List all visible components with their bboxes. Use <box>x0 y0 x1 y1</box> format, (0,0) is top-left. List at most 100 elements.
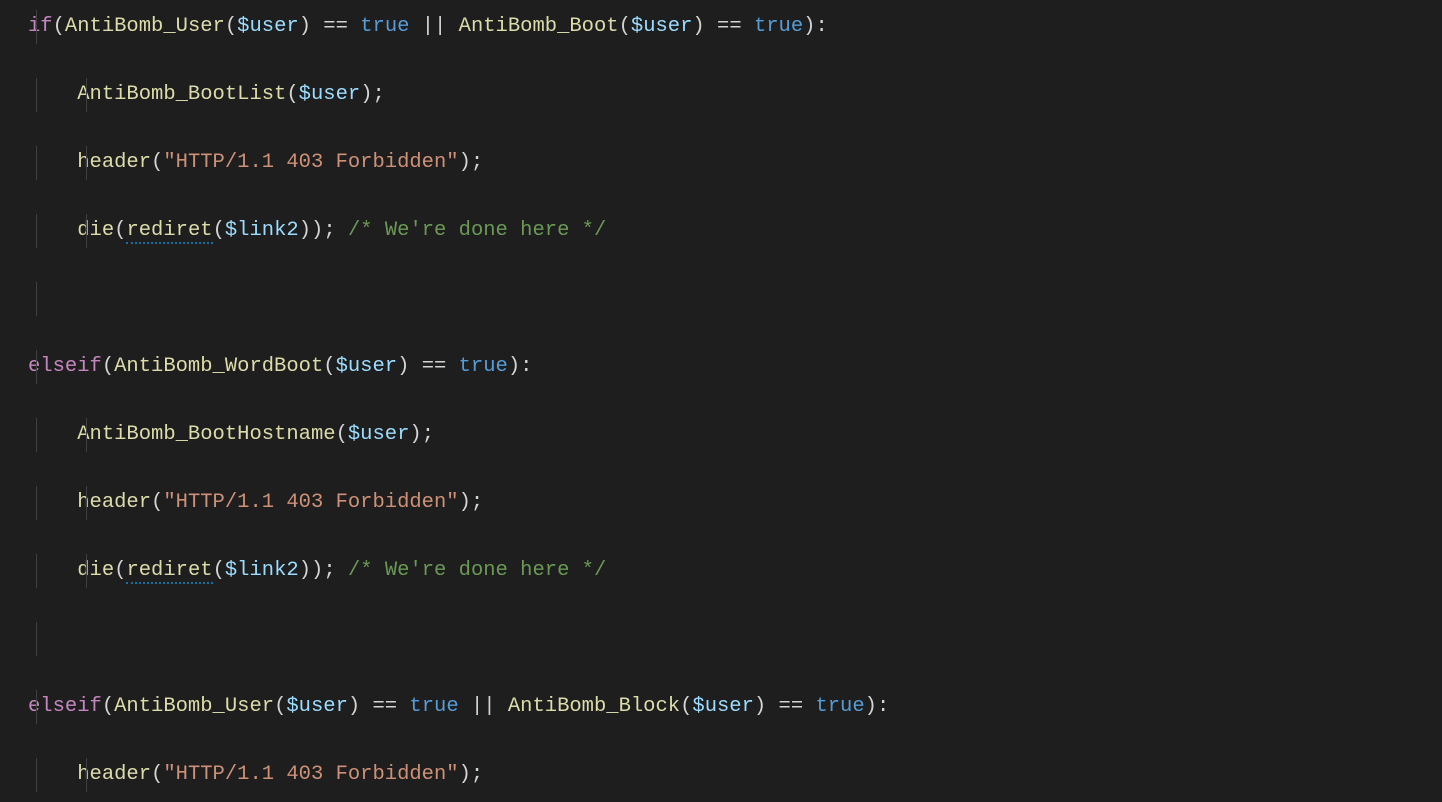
code-token: $user <box>336 355 398 378</box>
code-token: "HTTP/1.1 403 Forbidden" <box>163 763 458 786</box>
code-token: ) <box>865 695 877 718</box>
code-token: $link2 <box>225 559 299 582</box>
code-line[interactable]: die(rediret($link2)); /* We're done here… <box>0 554 1442 588</box>
code-token: $link2 <box>225 219 299 242</box>
code-token: ( <box>225 15 237 38</box>
code-token: AntiBomb_User <box>114 695 274 718</box>
code-line[interactable]: AntiBomb_BootList($user); <box>0 78 1442 112</box>
code-token: ( <box>619 15 631 38</box>
code-token: header <box>77 491 151 514</box>
code-token: ) <box>459 763 471 786</box>
code-token: true <box>754 15 803 38</box>
code-token: true <box>815 695 864 718</box>
code-token: ; <box>373 83 385 106</box>
code-token: $user <box>299 83 361 106</box>
code-token: ( <box>114 559 126 582</box>
code-token: ( <box>680 695 692 718</box>
code-token: || <box>459 695 508 718</box>
code-token: ) <box>803 15 815 38</box>
code-token: == <box>766 695 815 718</box>
code-token: $user <box>286 695 348 718</box>
code-line[interactable]: header("HTTP/1.1 403 Forbidden"); <box>0 146 1442 180</box>
code-token: == <box>360 695 409 718</box>
code-line[interactable]: header("HTTP/1.1 403 Forbidden"); <box>0 758 1442 792</box>
code-token: : <box>877 695 889 718</box>
code-token: ( <box>151 491 163 514</box>
code-block: if(AntiBomb_User($user) == true || AntiB… <box>0 0 1442 802</box>
code-token: AntiBomb_BootHostname <box>77 423 335 446</box>
code-token: ) <box>299 219 311 242</box>
code-token: ( <box>114 219 126 242</box>
code-line[interactable]: if(AntiBomb_User($user) == true || AntiB… <box>0 10 1442 44</box>
code-token: header <box>77 763 151 786</box>
code-token: ( <box>102 355 114 378</box>
code-token: ( <box>53 15 65 38</box>
code-line[interactable] <box>0 622 1442 656</box>
code-token: $user <box>237 15 299 38</box>
code-token: == <box>409 355 458 378</box>
code-token: AntiBomb_User <box>65 15 225 38</box>
lint-squiggle: rediret <box>126 559 212 584</box>
code-token: die <box>77 559 114 582</box>
code-token: ) <box>360 83 372 106</box>
code-token: ( <box>102 695 114 718</box>
code-line[interactable]: header("HTTP/1.1 403 Forbidden"); <box>0 486 1442 520</box>
code-line[interactable] <box>0 282 1442 316</box>
code-token: ( <box>213 559 225 582</box>
code-token: ; <box>471 763 483 786</box>
code-token: ) <box>299 15 311 38</box>
code-token: ; <box>471 151 483 174</box>
code-token: ) <box>508 355 520 378</box>
code-token: ) <box>692 15 704 38</box>
code-token: elseif <box>28 355 102 378</box>
code-line[interactable]: elseif(AntiBomb_WordBoot($user) == true)… <box>0 350 1442 384</box>
code-token: ( <box>286 83 298 106</box>
code-token: ) <box>397 355 409 378</box>
code-token: elseif <box>28 695 102 718</box>
code-token: AntiBomb_BootList <box>77 83 286 106</box>
code-token: "HTTP/1.1 403 Forbidden" <box>163 151 458 174</box>
code-token: $user <box>692 695 754 718</box>
code-token: == <box>705 15 754 38</box>
code-token: ( <box>274 695 286 718</box>
code-token: ) <box>311 559 323 582</box>
code-token: true <box>409 695 458 718</box>
code-token: true <box>459 355 508 378</box>
code-token: AntiBomb_Block <box>508 695 680 718</box>
code-token: ) <box>311 219 323 242</box>
code-token: /* We're done here */ <box>348 219 606 242</box>
code-token: ; <box>323 219 335 242</box>
code-token: : <box>520 355 532 378</box>
code-editor-viewport[interactable]: if(AntiBomb_User($user) == true || AntiB… <box>0 0 1442 802</box>
code-line[interactable]: die(rediret($link2)); /* We're done here… <box>0 214 1442 248</box>
code-token: ; <box>471 491 483 514</box>
code-token: $user <box>631 15 693 38</box>
code-token: ( <box>323 355 335 378</box>
code-token: ) <box>459 151 471 174</box>
code-token: header <box>77 151 151 174</box>
code-token: ) <box>348 695 360 718</box>
code-token: if <box>28 15 53 38</box>
code-token: die <box>77 219 114 242</box>
code-token: || <box>409 15 458 38</box>
code-line[interactable]: AntiBomb_BootHostname($user); <box>0 418 1442 452</box>
code-token: /* We're done here */ <box>348 559 606 582</box>
code-token: : <box>815 15 827 38</box>
code-token: ) <box>409 423 421 446</box>
code-token: ; <box>323 559 335 582</box>
code-token: ; <box>422 423 434 446</box>
code-token: ( <box>213 219 225 242</box>
lint-squiggle: rediret <box>126 219 212 244</box>
code-token: "HTTP/1.1 403 Forbidden" <box>163 491 458 514</box>
code-token: ) <box>754 695 766 718</box>
code-token: ( <box>336 423 348 446</box>
code-token: ) <box>459 491 471 514</box>
code-token: $user <box>348 423 410 446</box>
code-token: true <box>360 15 409 38</box>
code-token: ( <box>151 763 163 786</box>
code-line[interactable]: elseif(AntiBomb_User($user) == true || A… <box>0 690 1442 724</box>
code-token: == <box>311 15 360 38</box>
code-token: ) <box>299 559 311 582</box>
code-token: AntiBomb_Boot <box>459 15 619 38</box>
code-token: AntiBomb_WordBoot <box>114 355 323 378</box>
